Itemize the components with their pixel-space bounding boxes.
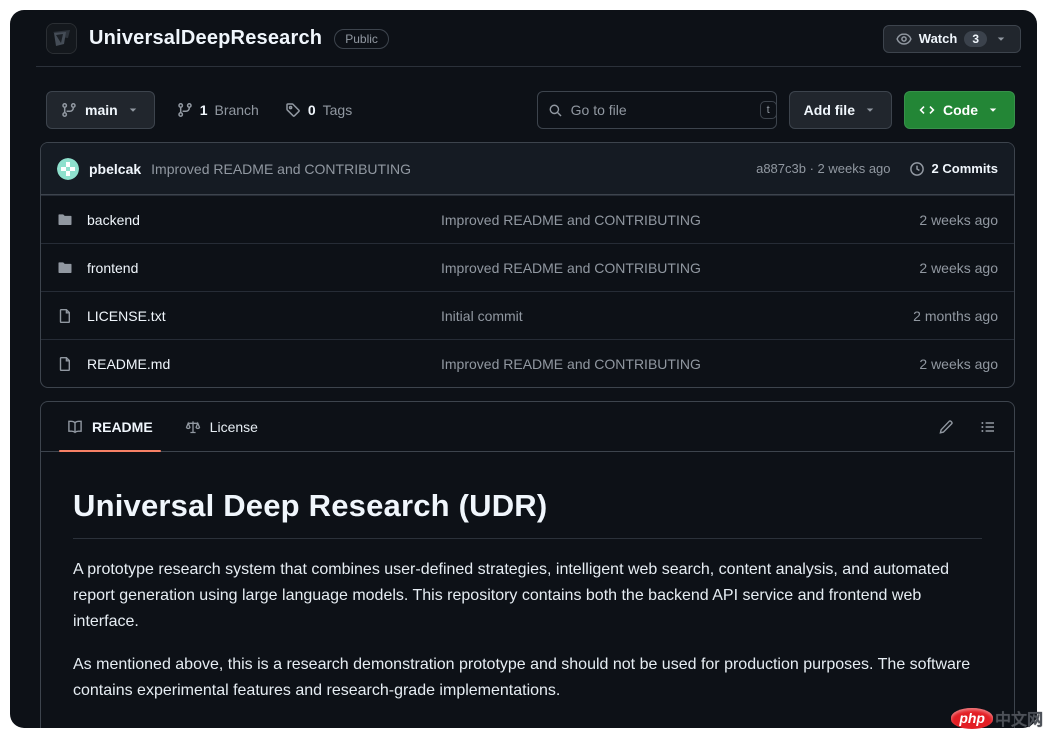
file-name[interactable]: frontend (87, 260, 138, 276)
add-file-label: Add file (804, 102, 855, 118)
org-avatar[interactable] (46, 23, 77, 54)
table-row[interactable]: backend Improved README and CONTRIBUTING… (41, 195, 1014, 243)
page: UniversalDeepResearch Public Watch 3 (0, 0, 1047, 735)
keyboard-shortcut-hint: t (760, 101, 777, 119)
branch-selector[interactable]: main (46, 91, 155, 129)
folder-icon (57, 260, 73, 276)
chevron-down-icon (986, 103, 1000, 117)
file-link: frontend (57, 260, 441, 276)
chevron-down-icon (126, 103, 140, 117)
history-icon (909, 161, 925, 177)
tags-label: Tags (323, 102, 353, 118)
edit-readme-button[interactable] (930, 411, 962, 443)
folder-icon (57, 212, 73, 228)
row-commit-time: 2 months ago (848, 308, 998, 324)
row-commit-message[interactable]: Initial commit (441, 308, 848, 324)
tag-icon (285, 102, 301, 118)
list-icon (980, 419, 996, 435)
file-name[interactable]: backend (87, 212, 140, 228)
file-icon (57, 356, 73, 372)
file-name[interactable]: LICENSE.txt (87, 308, 166, 324)
php-logo: php (951, 708, 993, 729)
file-table: pbelcak Improved README and CONTRIBUTING… (40, 142, 1015, 388)
search-input[interactable] (571, 102, 752, 118)
book-icon (67, 419, 83, 435)
git-branch-icon (177, 102, 193, 118)
code-label: Code (943, 102, 978, 118)
tab-license-label: License (210, 419, 258, 435)
readme-paragraph: A prototype research system that combine… (73, 557, 982, 635)
commits-total-label: 2 Commits (932, 161, 998, 176)
commit-meta-group: a887c3b · 2 weeks ago 2 Commits (756, 161, 998, 177)
table-row[interactable]: LICENSE.txt Initial commit 2 months ago (41, 291, 1014, 339)
readme-paragraph: As mentioned above, this is a research d… (73, 652, 982, 704)
row-commit-message[interactable]: Improved README and CONTRIBUTING (441, 356, 848, 372)
commit-message[interactable]: Improved README and CONTRIBUTING (151, 161, 411, 177)
branch-name: main (85, 102, 118, 118)
outline-button[interactable] (972, 411, 1004, 443)
file-icon (57, 308, 73, 324)
table-row[interactable]: frontend Improved README and CONTRIBUTIN… (41, 243, 1014, 291)
branches-stat[interactable]: 1 Branch (177, 102, 259, 118)
row-commit-time: 2 weeks ago (848, 356, 998, 372)
commit-author-avatar[interactable] (57, 158, 79, 180)
tags-stat[interactable]: 0 Tags (285, 102, 352, 118)
table-row[interactable]: README.md Improved README and CONTRIBUTI… (41, 339, 1014, 387)
repo-header: UniversalDeepResearch Public Watch 3 (10, 10, 1037, 64)
code-button[interactable]: Code (904, 91, 1015, 129)
add-file-button[interactable]: Add file (789, 91, 892, 129)
commit-author[interactable]: pbelcak (89, 161, 141, 177)
branches-count: 1 (200, 102, 208, 118)
watermark-text: 中文网 (995, 706, 1043, 730)
file-link: backend (57, 212, 441, 228)
file-name[interactable]: README.md (87, 356, 170, 372)
repo-page-panel: UniversalDeepResearch Public Watch 3 (10, 10, 1037, 728)
row-commit-message[interactable]: Improved README and CONTRIBUTING (441, 260, 848, 276)
watermark: php 中文网 (951, 706, 1043, 730)
file-link: README.md (57, 356, 441, 372)
readme-title: Universal Deep Research (UDR) (73, 488, 982, 539)
tab-license[interactable]: License (169, 402, 274, 451)
watch-button[interactable]: Watch 3 (883, 25, 1021, 53)
code-icon (919, 102, 935, 118)
repo-toolbar: main 1 Branch (10, 67, 1037, 129)
readme-actions (930, 402, 1004, 451)
search-icon (548, 103, 563, 118)
file-link: LICENSE.txt (57, 308, 441, 324)
chevron-down-icon (994, 32, 1008, 46)
row-commit-time: 2 weeks ago (848, 260, 998, 276)
pencil-icon (938, 419, 954, 435)
readme-content: Universal Deep Research (UDR) A prototyp… (41, 452, 1014, 728)
go-to-file-search[interactable]: t (537, 91, 777, 129)
repo-title[interactable]: UniversalDeepResearch (89, 27, 322, 50)
watch-count: 3 (964, 31, 987, 47)
commit-sha-time[interactable]: a887c3b · 2 weeks ago (756, 161, 890, 176)
commit-history-link[interactable]: 2 Commits (909, 161, 998, 177)
tab-readme-label: README (92, 419, 153, 435)
repo-stats: 1 Branch 0 Tags (177, 102, 353, 118)
latest-commit-bar: pbelcak Improved README and CONTRIBUTING… (41, 143, 1014, 195)
row-commit-message[interactable]: Improved README and CONTRIBUTING (441, 212, 848, 228)
git-branch-icon (61, 102, 77, 118)
tab-readme[interactable]: README (51, 402, 169, 451)
readme-tab-bar: README License (41, 402, 1014, 452)
branches-label: Branch (214, 102, 258, 118)
visibility-badge: Public (334, 29, 389, 49)
law-icon (185, 419, 201, 435)
chevron-down-icon (863, 103, 877, 117)
readme-section: README License (40, 401, 1015, 728)
tags-count: 0 (308, 102, 316, 118)
eye-icon (896, 31, 912, 47)
watch-label: Watch (919, 31, 958, 46)
row-commit-time: 2 weeks ago (848, 212, 998, 228)
